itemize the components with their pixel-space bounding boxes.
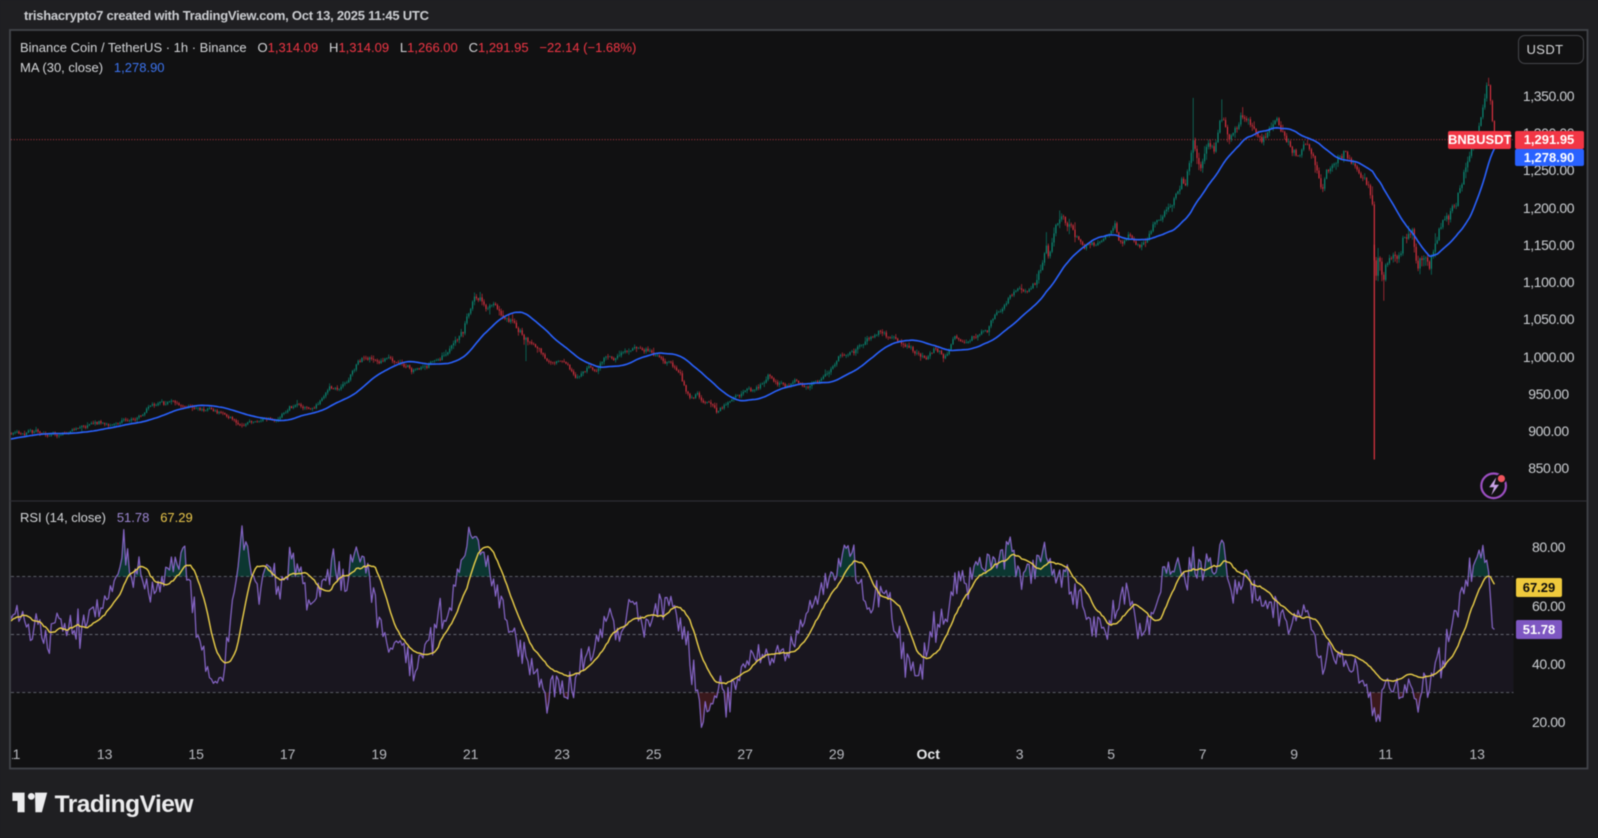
svg-text:TradingView: TradingView bbox=[55, 792, 195, 818]
